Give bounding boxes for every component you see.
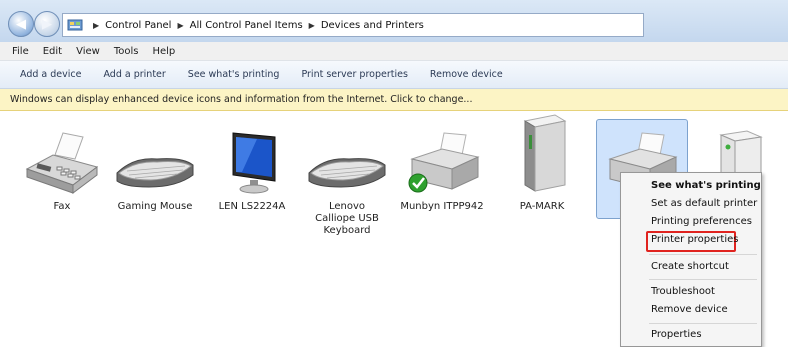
- device-label: LEN LS2224A: [218, 201, 286, 212]
- menu-item-set-default-printer[interactable]: Set as default printer: [651, 198, 757, 209]
- menu-divider: [649, 323, 757, 324]
- menu-item-troubleshoot[interactable]: Troubleshoot: [651, 286, 715, 297]
- breadcrumb-devices-printers[interactable]: Devices and Printers: [321, 20, 424, 31]
- breadcrumb: ▶ Control Panel ▶ All Control Panel Item…: [87, 20, 424, 31]
- breadcrumb-arrow-icon: ▶: [308, 20, 315, 30]
- device-label: Gaming Mouse: [117, 201, 193, 212]
- device-len-ls2224a[interactable]: LEN LS2224A: [210, 129, 294, 213]
- device-label: Lenovo Calliope USB Keyboard: [305, 201, 389, 237]
- title-bar: ◀ ▶ ▶ Control Panel ▶ All Control Panel …: [0, 0, 788, 43]
- add-printer-button[interactable]: Add a printer: [103, 69, 165, 80]
- menu-divider: [649, 254, 757, 255]
- default-check-icon: [408, 173, 428, 193]
- breadcrumb-arrow-icon: ▶: [93, 20, 100, 30]
- menu-help[interactable]: Help: [152, 46, 175, 57]
- menu-edit[interactable]: Edit: [43, 46, 62, 57]
- menu-view[interactable]: View: [76, 46, 100, 57]
- device-munbyn-itpp942[interactable]: Munbyn ITPP942: [400, 129, 484, 213]
- breadcrumb-all-items[interactable]: All Control Panel Items: [190, 20, 303, 31]
- menu-divider: [649, 279, 757, 280]
- add-device-button[interactable]: Add a device: [20, 69, 81, 80]
- breadcrumb-control-panel[interactable]: Control Panel: [105, 20, 171, 31]
- device-gaming-mouse[interactable]: Gaming Mouse: [113, 129, 197, 213]
- printer-icon: [408, 132, 480, 193]
- print-server-properties-button[interactable]: Print server properties: [301, 69, 407, 80]
- menu-bar: File Edit View Tools Help: [0, 42, 788, 61]
- menu-item-remove-device[interactable]: Remove device: [651, 304, 728, 315]
- keyboard-icon: [116, 158, 194, 188]
- menu-file[interactable]: File: [12, 46, 29, 57]
- fax-icon: [25, 132, 99, 194]
- info-bar[interactable]: Windows can display enhanced device icon…: [0, 89, 788, 111]
- tower-icon: [523, 114, 567, 192]
- menu-item-printing-preferences[interactable]: Printing preferences: [651, 216, 752, 227]
- back-button[interactable]: ◀: [8, 11, 34, 37]
- device-pa-mark[interactable]: PA-MARK: [500, 114, 584, 213]
- menu-item-properties[interactable]: Properties: [651, 329, 702, 340]
- device-lenovo-calliope-keyboard[interactable]: Lenovo Calliope USB Keyboard: [305, 129, 389, 237]
- control-panel-icon: [67, 19, 83, 31]
- device-label-text: Lenovo Calliope USB Keyboard: [315, 201, 379, 236]
- context-menu: See what's printing Set as default print…: [620, 172, 762, 347]
- breadcrumb-arrow-icon: ▶: [177, 20, 184, 30]
- forward-button[interactable]: ▶: [34, 11, 60, 37]
- device-fax[interactable]: Fax: [20, 129, 104, 213]
- info-bar-text: Windows can display enhanced device icon…: [10, 94, 473, 105]
- see-whats-printing-button[interactable]: See what's printing: [188, 69, 280, 80]
- command-toolbar: Add a device Add a printer See what's pr…: [0, 61, 788, 89]
- device-label: PA-MARK: [519, 201, 565, 212]
- device-label: Fax: [53, 201, 71, 212]
- monitor-icon: [232, 132, 276, 194]
- remove-device-button[interactable]: Remove device: [430, 69, 503, 80]
- address-bar[interactable]: ▶ Control Panel ▶ All Control Panel Item…: [62, 13, 644, 37]
- menu-item-printer-properties[interactable]: Printer properties: [651, 234, 738, 245]
- device-label: Munbyn ITPP942: [400, 201, 484, 212]
- menu-tools[interactable]: Tools: [114, 46, 139, 57]
- menu-item-create-shortcut[interactable]: Create shortcut: [651, 261, 729, 272]
- menu-item-see-whats-printing[interactable]: See what's printing: [651, 180, 761, 191]
- keyboard-icon: [308, 158, 386, 188]
